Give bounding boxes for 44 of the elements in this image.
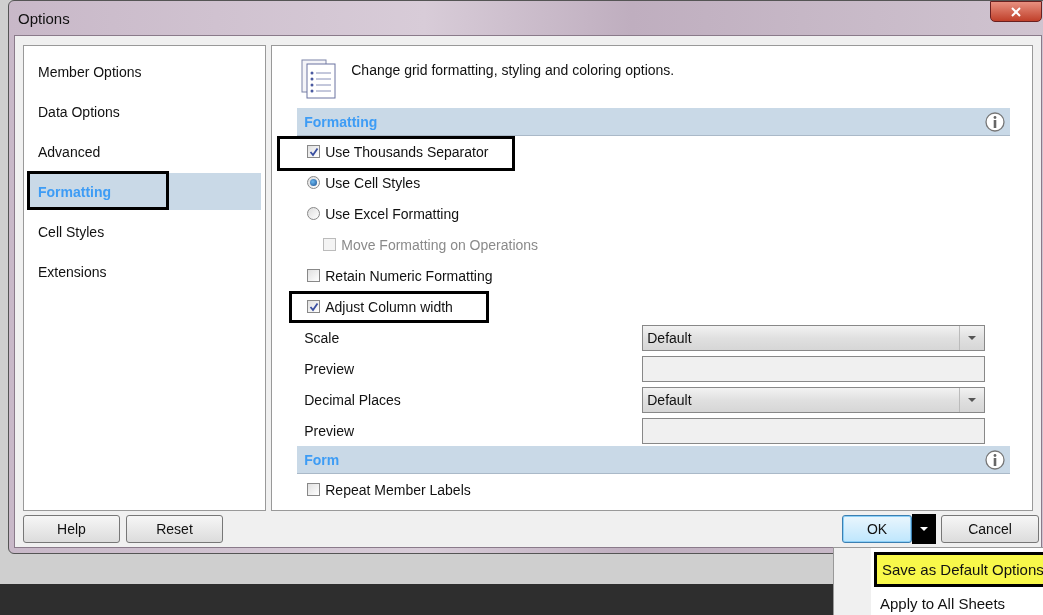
dropdown[interactable]: Default: [642, 386, 986, 413]
checkbox-label[interactable]: Repeat Member Labels: [325, 481, 471, 498]
caret-icon: [920, 527, 928, 531]
input-field[interactable]: [642, 417, 986, 444]
sidebar-item[interactable]: Advanced: [29, 133, 262, 170]
dropdown[interactable]: Default: [642, 324, 986, 351]
section-title: Formatting: [304, 113, 378, 130]
sidebar-item[interactable]: Member Options: [29, 53, 262, 90]
checkbox-label[interactable]: Retain Numeric Formatting: [325, 267, 493, 284]
field-label: Decimal Places: [304, 391, 402, 408]
close-button[interactable]: [990, 1, 1042, 22]
sidebar-item[interactable]: Cell Styles: [29, 213, 262, 250]
radio-label[interactable]: Use Cell Styles: [325, 174, 421, 191]
checkbox[interactable]: [307, 145, 321, 158]
info-icon[interactable]: [985, 449, 1005, 470]
radio-button[interactable]: [307, 207, 321, 220]
sidebar-item[interactable]: Data Options: [29, 93, 262, 130]
checkbox-label[interactable]: Use Thousands Separator: [325, 143, 489, 160]
checkbox[interactable]: [307, 269, 321, 282]
sidebar-item[interactable]: Extensions: [29, 253, 262, 290]
menu-item[interactable]: Save as Default Options: [874, 552, 1043, 587]
caret-icon: [968, 335, 977, 340]
field-label: Preview: [304, 422, 356, 439]
section-title: Form: [304, 451, 340, 468]
dialog-button[interactable]: Reset: [126, 515, 223, 543]
checkbox[interactable]: [307, 483, 321, 496]
description-text: Change grid formatting, styling and coloring options.: [351, 61, 675, 78]
ok-button[interactable]: OK: [842, 515, 912, 543]
dropdown-arrow-button[interactable]: [912, 514, 936, 544]
field-label: Preview: [304, 360, 356, 377]
radio-button[interactable]: [307, 176, 321, 189]
radio-label[interactable]: Use Excel Formatting: [325, 205, 460, 222]
cancel-button[interactable]: Cancel: [941, 515, 1039, 543]
info-icon[interactable]: [985, 111, 1005, 132]
input-field[interactable]: [642, 355, 986, 382]
menu-item[interactable]: Apply to All Sheets: [872, 589, 1043, 615]
document-list-icon: [300, 57, 339, 100]
checkbox-label[interactable]: Adjust Column width: [325, 298, 453, 315]
caret-icon: [968, 397, 977, 402]
close-icon: [1011, 6, 1021, 17]
window-title: Options: [17, 9, 70, 27]
checkbox[interactable]: [307, 300, 321, 313]
field-label: Scale: [304, 329, 341, 346]
dialog-button[interactable]: Help: [23, 515, 120, 543]
